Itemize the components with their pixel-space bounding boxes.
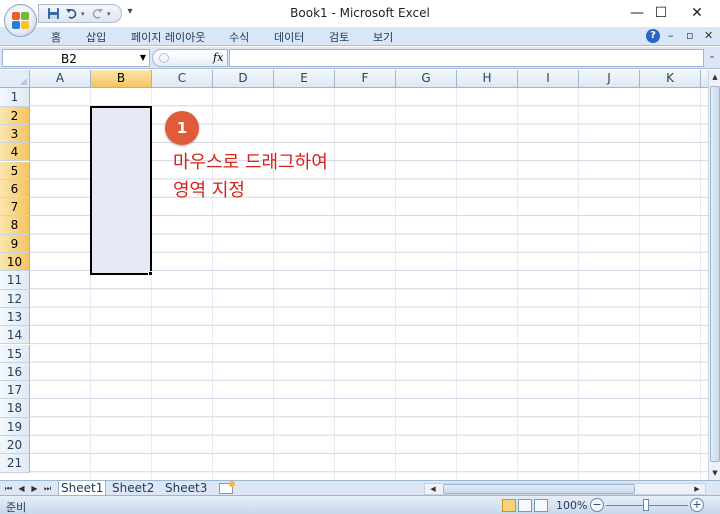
column-header-partial[interactable] [701, 70, 708, 88]
row-header-18[interactable]: 18 [0, 399, 30, 418]
column-header-a[interactable]: A [30, 70, 91, 88]
sheet-tab-1[interactable]: Sheet1 [58, 481, 107, 496]
row-header-16[interactable]: 16 [0, 362, 30, 382]
workbook-minimize-button[interactable]: – [668, 29, 674, 42]
sheet-tab-bar: ⏮ ◀ ▶ ⏭ Sheet1 Sheet2 Sheet3 ◀ ▶ [0, 480, 720, 496]
row-header-17[interactable]: 17 [0, 381, 30, 400]
tab-insert[interactable]: 삽입 [86, 29, 106, 45]
step-number-badge: 1 [165, 111, 199, 145]
row-header-3[interactable]: 3 [0, 124, 30, 144]
row-header-13[interactable]: 13 [0, 307, 30, 327]
horizontal-scrollbar[interactable]: ◀ ▶ [424, 483, 706, 495]
row-header-21[interactable]: 21 [0, 454, 30, 473]
scroll-down-icon[interactable]: ▼ [710, 466, 720, 480]
last-sheet-icon[interactable]: ⏭ [42, 483, 53, 494]
horizontal-scroll-thumb[interactable] [443, 484, 635, 494]
status-text: 준비 [6, 501, 27, 514]
tab-formulas[interactable]: 수식 [229, 29, 249, 45]
page-break-preview-icon[interactable] [534, 499, 548, 512]
office-button[interactable] [4, 4, 37, 37]
chevron-down-icon[interactable]: ▼ [140, 53, 146, 62]
row-header-19[interactable]: 19 [0, 417, 30, 436]
column-header-e[interactable]: E [274, 70, 335, 88]
prev-sheet-icon[interactable]: ◀ [16, 483, 27, 494]
office-logo-icon [11, 11, 30, 30]
tab-data[interactable]: 데이터 [274, 29, 304, 45]
row-header-15[interactable]: 15 [0, 344, 30, 363]
scroll-up-icon[interactable]: ▲ [710, 70, 720, 84]
row-header-1[interactable]: 1 [0, 88, 30, 107]
column-header-g[interactable]: G [396, 70, 457, 88]
title-bar: ▾ ▾ ▾ Book1 - Microsoft Excel — ☐ ✕ [0, 0, 720, 37]
row-header-7[interactable]: 7 [0, 198, 30, 217]
row-header-4[interactable]: 4 [0, 143, 30, 162]
column-header-c[interactable]: C [152, 70, 213, 88]
scroll-left-icon[interactable]: ◀ [427, 484, 439, 494]
name-box[interactable]: B2 ▼ [2, 49, 150, 67]
select-all-corner[interactable] [0, 70, 30, 88]
column-header-h[interactable]: H [457, 70, 518, 88]
workbook-restore-button[interactable]: ▫ [686, 29, 693, 42]
zoom-out-icon[interactable]: − [590, 498, 604, 512]
annotation-line-2: 영역 지정 [173, 180, 245, 201]
help-icon[interactable]: ? [646, 29, 660, 43]
column-header-b[interactable]: B [91, 70, 152, 88]
close-button[interactable]: ✕ [674, 0, 720, 26]
column-header-j[interactable]: J [579, 70, 640, 88]
column-header-d[interactable]: D [213, 70, 274, 88]
status-bar: 준비 100% − + [0, 495, 720, 514]
row-header-11[interactable]: 11 [0, 271, 30, 290]
next-sheet-icon[interactable]: ▶ [29, 483, 40, 494]
fill-handle[interactable] [148, 271, 153, 276]
row-header-20[interactable]: 20 [0, 436, 30, 455]
expand-handle-icon[interactable] [159, 53, 169, 63]
row-header-6[interactable]: 6 [0, 179, 30, 199]
column-header-f[interactable]: F [335, 70, 396, 88]
row-header-14[interactable]: 14 [0, 326, 30, 345]
insert-sheet-icon[interactable] [219, 481, 235, 494]
column-header-k[interactable]: K [640, 70, 701, 88]
tab-view[interactable]: 보기 [373, 29, 393, 45]
formula-input[interactable] [229, 49, 704, 67]
vertical-scrollbar[interactable]: ▲ ▼ [708, 70, 720, 480]
sheet-tab-3[interactable]: Sheet3 [163, 481, 209, 496]
name-box-value: B2 [61, 52, 77, 66]
tab-review[interactable]: 검토 [329, 29, 349, 45]
row-header-8[interactable]: 8 [0, 216, 30, 235]
window-title: Book1 - Microsoft Excel [290, 6, 430, 20]
scroll-right-icon[interactable]: ▶ [691, 484, 703, 494]
tab-page-layout[interactable]: 페이지 레이아웃 [131, 29, 205, 45]
workbook-close-button[interactable]: ✕ [704, 29, 713, 42]
normal-view-icon[interactable] [502, 499, 516, 512]
page-layout-view-icon[interactable] [518, 499, 532, 512]
formula-bar: B2 ▼ fx ⌄ [0, 47, 720, 69]
vertical-scroll-thumb[interactable] [710, 86, 720, 462]
tab-home[interactable]: 홈 [51, 29, 61, 45]
zoom-level[interactable]: 100% [556, 499, 587, 512]
row-header-2[interactable]: 2 [0, 106, 30, 125]
selected-range-b2-b10[interactable] [90, 106, 152, 275]
zoom-in-icon[interactable]: + [690, 498, 704, 512]
row-header-10[interactable]: 10 [0, 253, 30, 272]
annotation-line-1: 마우스로 드래그하여 [173, 152, 328, 173]
formula-controls: fx [152, 49, 228, 67]
row-header-12[interactable]: 12 [0, 289, 30, 308]
zoom-slider-thumb[interactable] [643, 499, 649, 511]
first-sheet-icon[interactable]: ⏮ [3, 483, 14, 494]
formula-expand-icon[interactable]: ⌄ [706, 51, 718, 65]
ribbon-tab-bar: 홈 삽입 페이지 레이아웃 수식 데이터 검토 보기 ? – ▫ ✕ [0, 27, 720, 46]
row-header-9[interactable]: 9 [0, 234, 30, 253]
row-header-5[interactable]: 5 [0, 161, 30, 180]
sheet-tab-2[interactable]: Sheet2 [110, 481, 156, 496]
insert-function-button[interactable]: fx [213, 51, 223, 64]
column-header-i[interactable]: I [518, 70, 579, 88]
